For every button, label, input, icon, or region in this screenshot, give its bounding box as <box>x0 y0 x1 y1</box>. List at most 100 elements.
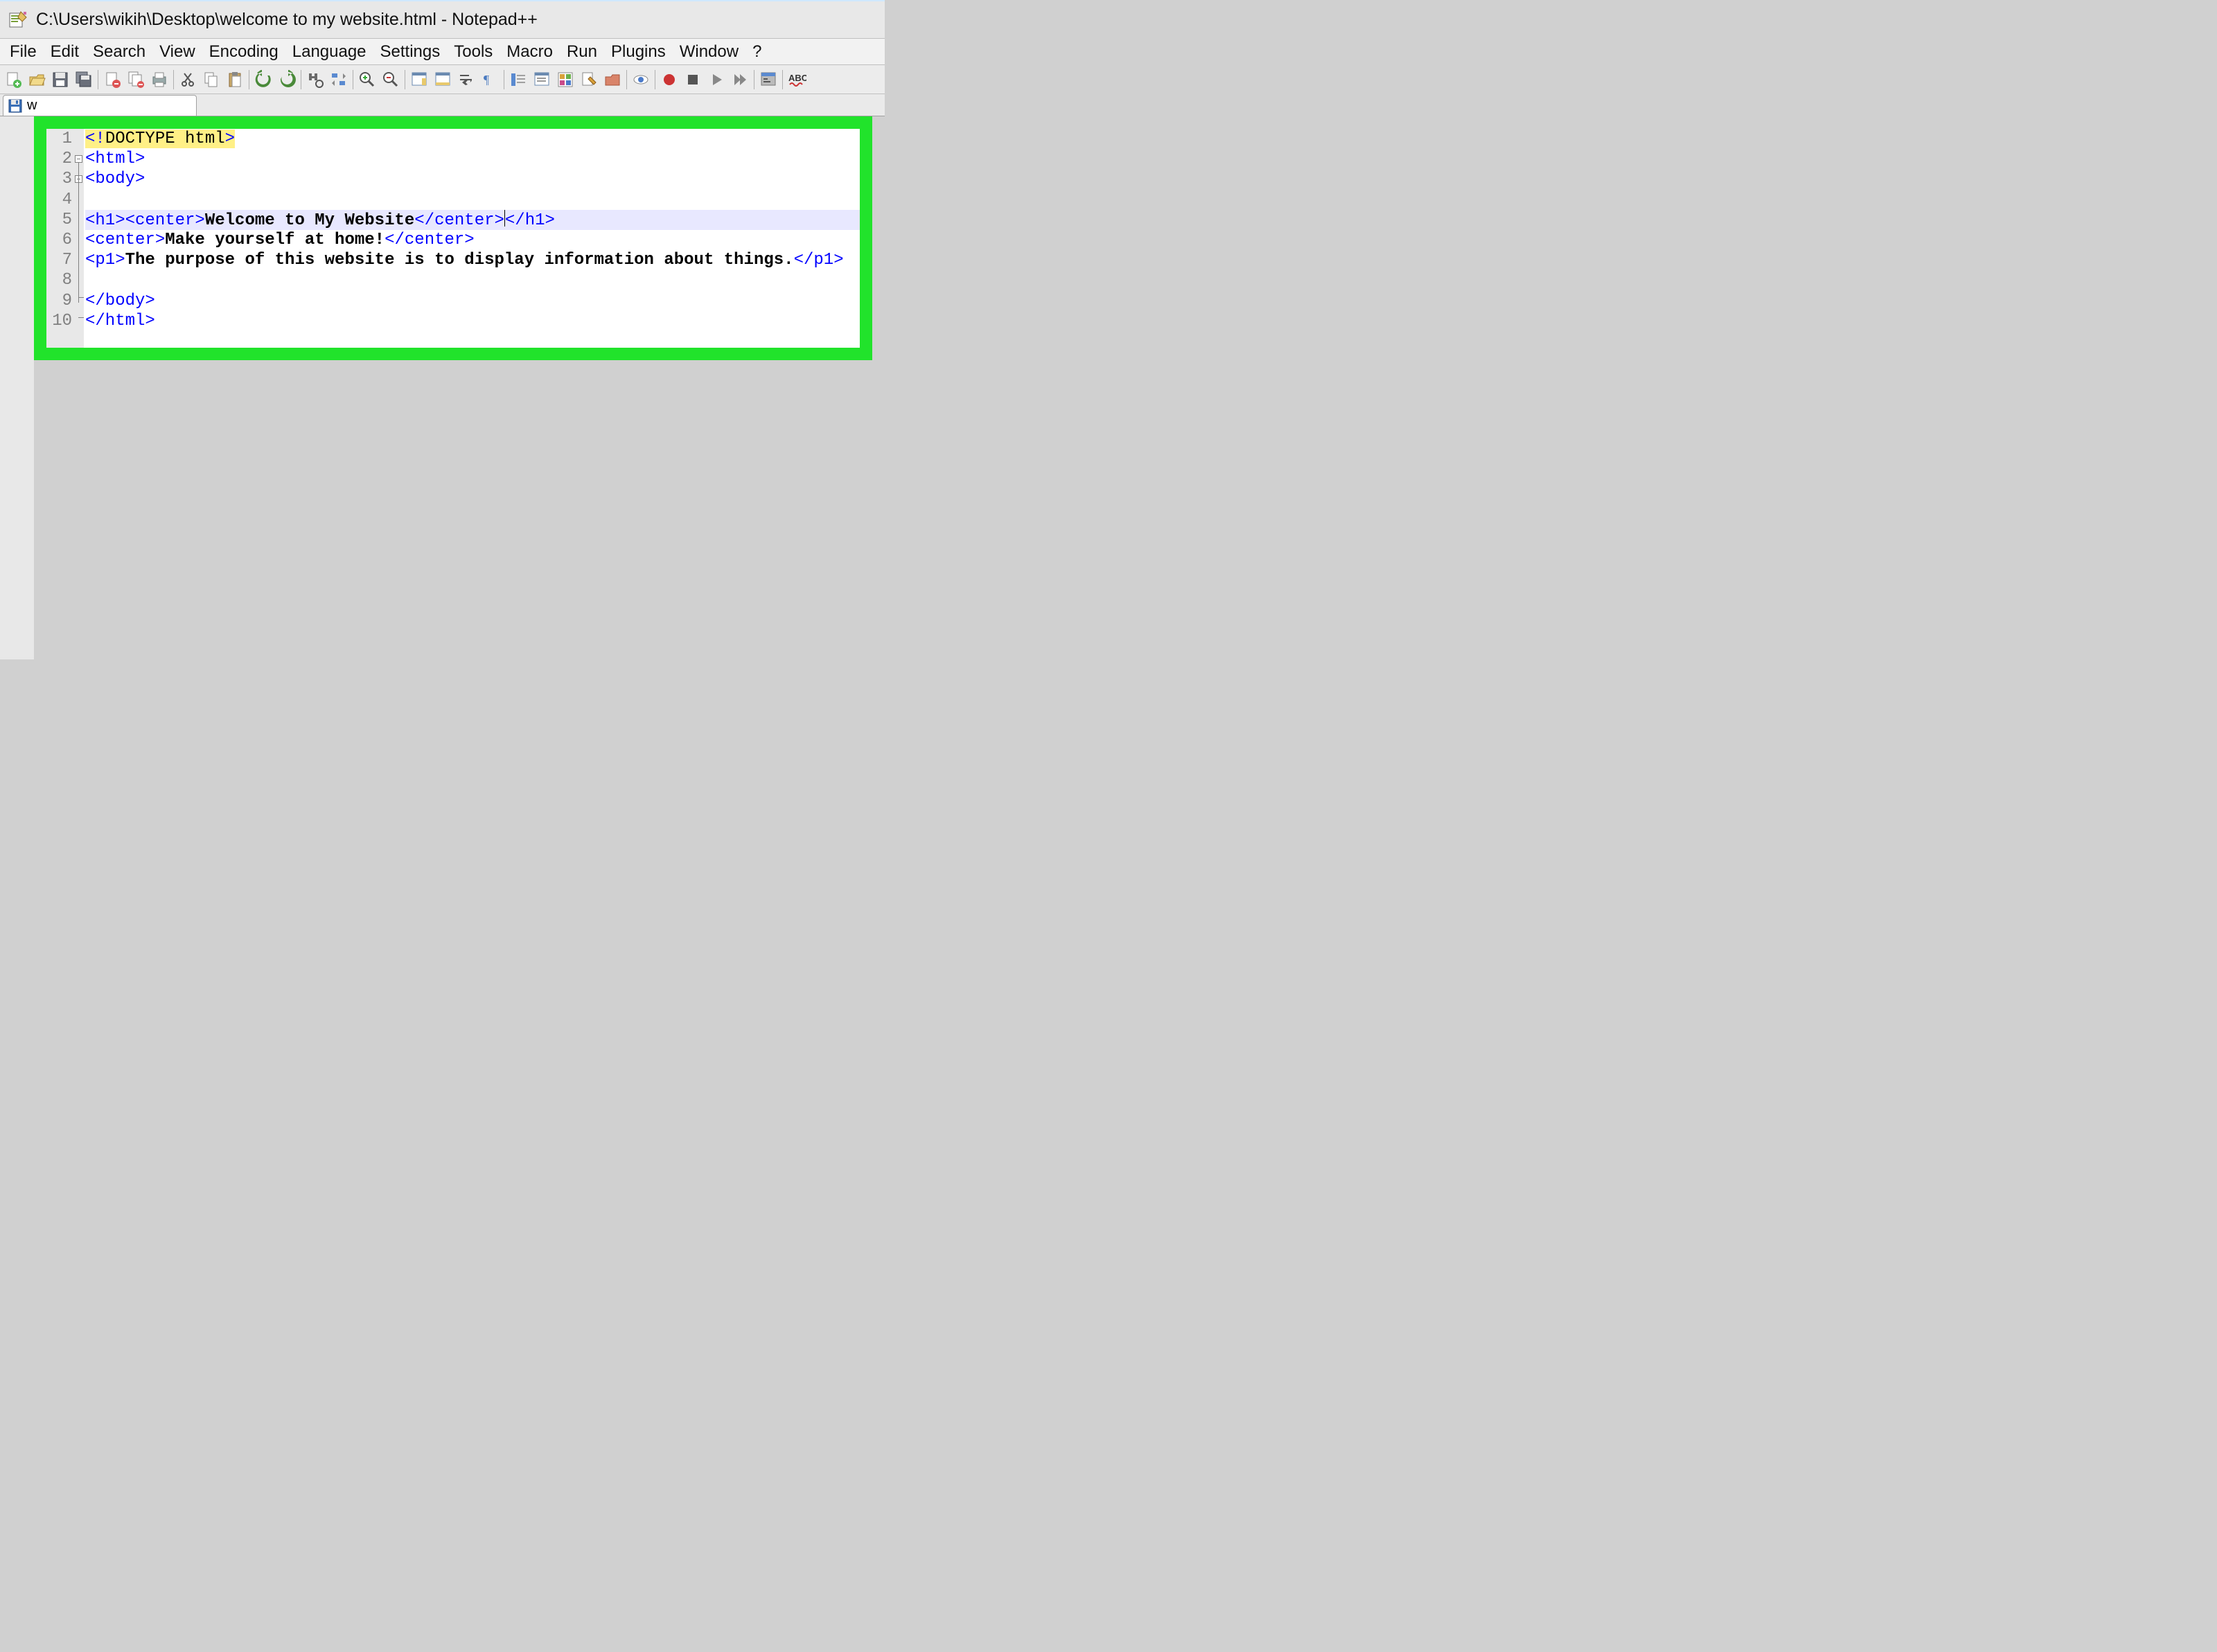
menu-encoding[interactable]: Encoding <box>204 40 284 64</box>
line-number: 8 <box>46 270 72 290</box>
code-token: <center> <box>85 231 165 249</box>
outdent-icon <box>532 70 551 89</box>
monitor-icon <box>631 70 651 89</box>
menu-view[interactable]: View <box>154 40 201 64</box>
line-number-gutter: 12345678910 <box>46 129 74 348</box>
code-token: </center> <box>414 211 504 230</box>
lang-preview-button[interactable] <box>554 68 577 91</box>
svg-text:¶: ¶ <box>484 73 489 87</box>
menu-file[interactable]: File <box>4 40 42 64</box>
record-icon <box>660 70 679 89</box>
code-token: Make yourself at home! <box>165 231 385 249</box>
fold-toggle-icon[interactable] <box>75 155 82 163</box>
play-multi-button[interactable] <box>728 68 752 91</box>
redo-button[interactable] <box>275 68 299 91</box>
fold-gutter <box>74 129 84 348</box>
menu-window[interactable]: Window <box>674 40 744 64</box>
copy-button[interactable] <box>200 68 223 91</box>
folder-button[interactable] <box>601 68 624 91</box>
code-line[interactable]: <body> <box>85 169 860 189</box>
paste-icon <box>225 70 245 89</box>
sync-h-button[interactable] <box>431 68 454 91</box>
line-number: 2 <box>46 149 72 169</box>
find-button[interactable] <box>303 68 327 91</box>
toolbar-separator <box>782 70 783 89</box>
record-button[interactable] <box>657 68 681 91</box>
redo-icon <box>277 70 297 89</box>
code-line[interactable]: </body> <box>85 291 860 311</box>
user-define-button[interactable] <box>577 68 601 91</box>
save-button[interactable] <box>48 68 72 91</box>
code-token: </html> <box>85 312 155 330</box>
fold-end-icon <box>78 297 84 298</box>
code-token: </h1> <box>505 211 555 230</box>
toolbar-separator <box>626 70 627 89</box>
line-number: 7 <box>46 250 72 270</box>
code-line[interactable]: <!DOCTYPE html> <box>85 129 860 149</box>
code-token: </p1> <box>794 251 844 269</box>
cut-icon <box>178 70 197 89</box>
spell-check-button[interactable]: ABC <box>785 68 809 91</box>
menu-plugins[interactable]: Plugins <box>606 40 671 64</box>
code-line[interactable]: <p1>The purpose of this website is to di… <box>85 250 860 270</box>
code-line[interactable] <box>85 270 860 290</box>
code-line[interactable]: </html> <box>85 311 860 331</box>
zoom-out-button[interactable] <box>379 68 403 91</box>
toolbar: ¶ ABC <box>0 65 885 94</box>
window-title: C:\Users\wikih\Desktop\welcome to my web… <box>36 10 538 30</box>
word-wrap-icon <box>457 70 476 89</box>
svg-text:ABC: ABC <box>788 73 806 83</box>
code-editor[interactable]: <!DOCTYPE html><html><body> <h1><center>W… <box>84 129 860 348</box>
code-token: </body> <box>85 292 155 310</box>
line-number: 4 <box>46 190 72 210</box>
menu-edit[interactable]: Edit <box>45 40 85 64</box>
menu-macro[interactable]: Macro <box>501 40 558 64</box>
word-wrap-button[interactable] <box>454 68 478 91</box>
monitor-button[interactable] <box>629 68 653 91</box>
stop-button[interactable] <box>681 68 705 91</box>
run-script-button[interactable] <box>757 68 780 91</box>
zoom-in-icon <box>357 70 377 89</box>
line-number: 3 <box>46 169 72 189</box>
replace-button[interactable] <box>327 68 351 91</box>
show-all-button[interactable]: ¶ <box>478 68 502 91</box>
indent-guide-button[interactable] <box>506 68 530 91</box>
cut-button[interactable] <box>176 68 200 91</box>
fold-guide-line <box>78 163 79 303</box>
open-file-button[interactable] <box>25 68 48 91</box>
file-tab[interactable]: w <box>3 95 197 116</box>
undo-button[interactable] <box>251 68 275 91</box>
code-token: </center> <box>385 231 475 249</box>
menu-language[interactable]: Language <box>287 40 372 64</box>
new-file-button[interactable] <box>1 68 25 91</box>
save-all-button[interactable] <box>72 68 96 91</box>
code-line[interactable]: <html> <box>85 149 860 169</box>
sync-v-button[interactable] <box>407 68 431 91</box>
close-all-icon <box>126 70 145 89</box>
code-token: <p1> <box>85 251 125 269</box>
code-line[interactable]: <center>Make yourself at home!</center> <box>85 230 860 250</box>
line-number: 10 <box>46 311 72 331</box>
gutter-stub <box>0 116 34 659</box>
menu-help[interactable]: ? <box>747 40 767 64</box>
show-all-icon: ¶ <box>480 70 500 89</box>
paste-button[interactable] <box>223 68 247 91</box>
play-button[interactable] <box>705 68 728 91</box>
zoom-in-button[interactable] <box>355 68 379 91</box>
menu-tools[interactable]: Tools <box>448 40 498 64</box>
outdent-button[interactable] <box>530 68 554 91</box>
sync-v-icon <box>409 70 429 89</box>
code-token: <html> <box>85 150 145 168</box>
close-button[interactable] <box>100 68 124 91</box>
menu-run[interactable]: Run <box>561 40 603 64</box>
code-line[interactable] <box>85 190 860 210</box>
close-all-button[interactable] <box>124 68 148 91</box>
menu-search[interactable]: Search <box>87 40 151 64</box>
close-icon <box>103 70 122 89</box>
code-line[interactable]: <h1><center>Welcome to My Website</cente… <box>85 210 860 230</box>
fold-end-icon <box>78 317 84 318</box>
new-file-icon <box>3 70 23 89</box>
play-multi-icon <box>730 70 750 89</box>
print-button[interactable] <box>148 68 171 91</box>
menu-settings[interactable]: Settings <box>375 40 446 64</box>
